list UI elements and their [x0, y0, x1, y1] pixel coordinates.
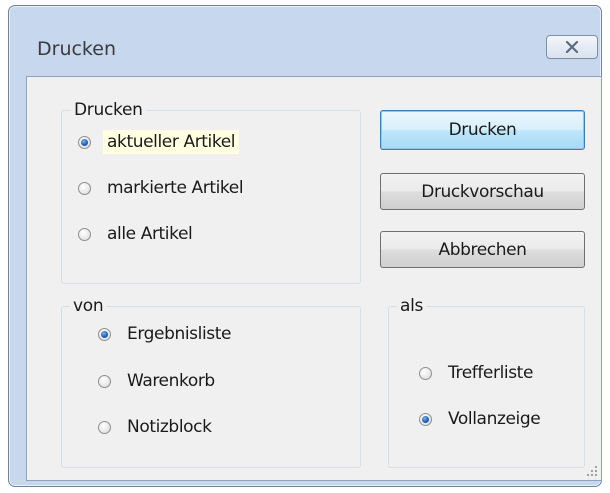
dialog-client-area: Drucken aktueller Artikel markierte Arti…: [26, 76, 602, 481]
resize-grip-icon[interactable]: [586, 465, 598, 477]
radio-shopping-cart[interactable]: Warenkorb: [98, 367, 219, 395]
radio-button-notepad[interactable]: [98, 420, 111, 434]
format-group-label: als: [397, 296, 427, 316]
cancel-button[interactable]: Abbrechen: [380, 231, 585, 268]
source-group-label: von: [70, 296, 107, 316]
radio-marked-articles[interactable]: markierte Artikel: [78, 174, 247, 202]
radio-label-shopping-cart[interactable]: Warenkorb: [123, 369, 219, 393]
radio-hit-list[interactable]: Trefferliste: [419, 359, 537, 387]
close-icon: [565, 41, 579, 53]
print-preview-button[interactable]: Druckvorschau: [380, 173, 585, 210]
print-scope-group-label: Drucken: [71, 100, 146, 120]
format-group: als Trefferliste Vollanzeige: [388, 296, 585, 468]
radio-label-hit-list[interactable]: Trefferliste: [444, 361, 537, 385]
radio-button-current-article[interactable]: [78, 135, 91, 149]
radio-label-notepad[interactable]: Notizblock: [123, 415, 216, 439]
radio-button-marked-articles[interactable]: [78, 181, 91, 195]
radio-button-hit-list[interactable]: [419, 366, 432, 380]
radio-current-article[interactable]: aktueller Artikel: [78, 128, 240, 156]
radio-label-current-article[interactable]: aktueller Artikel: [103, 130, 240, 154]
radio-result-list[interactable]: Ergebnisliste: [98, 320, 235, 348]
radio-button-shopping-cart[interactable]: [98, 374, 111, 388]
radio-button-full-view[interactable]: [419, 412, 432, 426]
radio-all-articles[interactable]: alle Artikel: [78, 220, 196, 248]
radio-label-marked-articles[interactable]: markierte Artikel: [103, 176, 247, 200]
radio-button-all-articles[interactable]: [78, 227, 91, 241]
print-button[interactable]: Drucken: [380, 110, 585, 150]
radio-full-view[interactable]: Vollanzeige: [419, 405, 544, 433]
close-button[interactable]: [546, 35, 598, 59]
print-dialog: Drucken Drucken aktueller Artikel markie…: [8, 5, 602, 487]
radio-notepad[interactable]: Notizblock: [98, 413, 216, 441]
dialog-title: Drucken: [37, 38, 116, 60]
radio-label-all-articles[interactable]: alle Artikel: [103, 222, 196, 246]
radio-label-result-list[interactable]: Ergebnisliste: [123, 322, 235, 346]
radio-button-result-list[interactable]: [98, 327, 111, 341]
print-scope-group: Drucken aktueller Artikel markierte Arti…: [61, 100, 361, 284]
source-group: von Ergebnisliste Warenkorb Notizblock: [61, 296, 361, 468]
radio-label-full-view[interactable]: Vollanzeige: [444, 407, 544, 431]
